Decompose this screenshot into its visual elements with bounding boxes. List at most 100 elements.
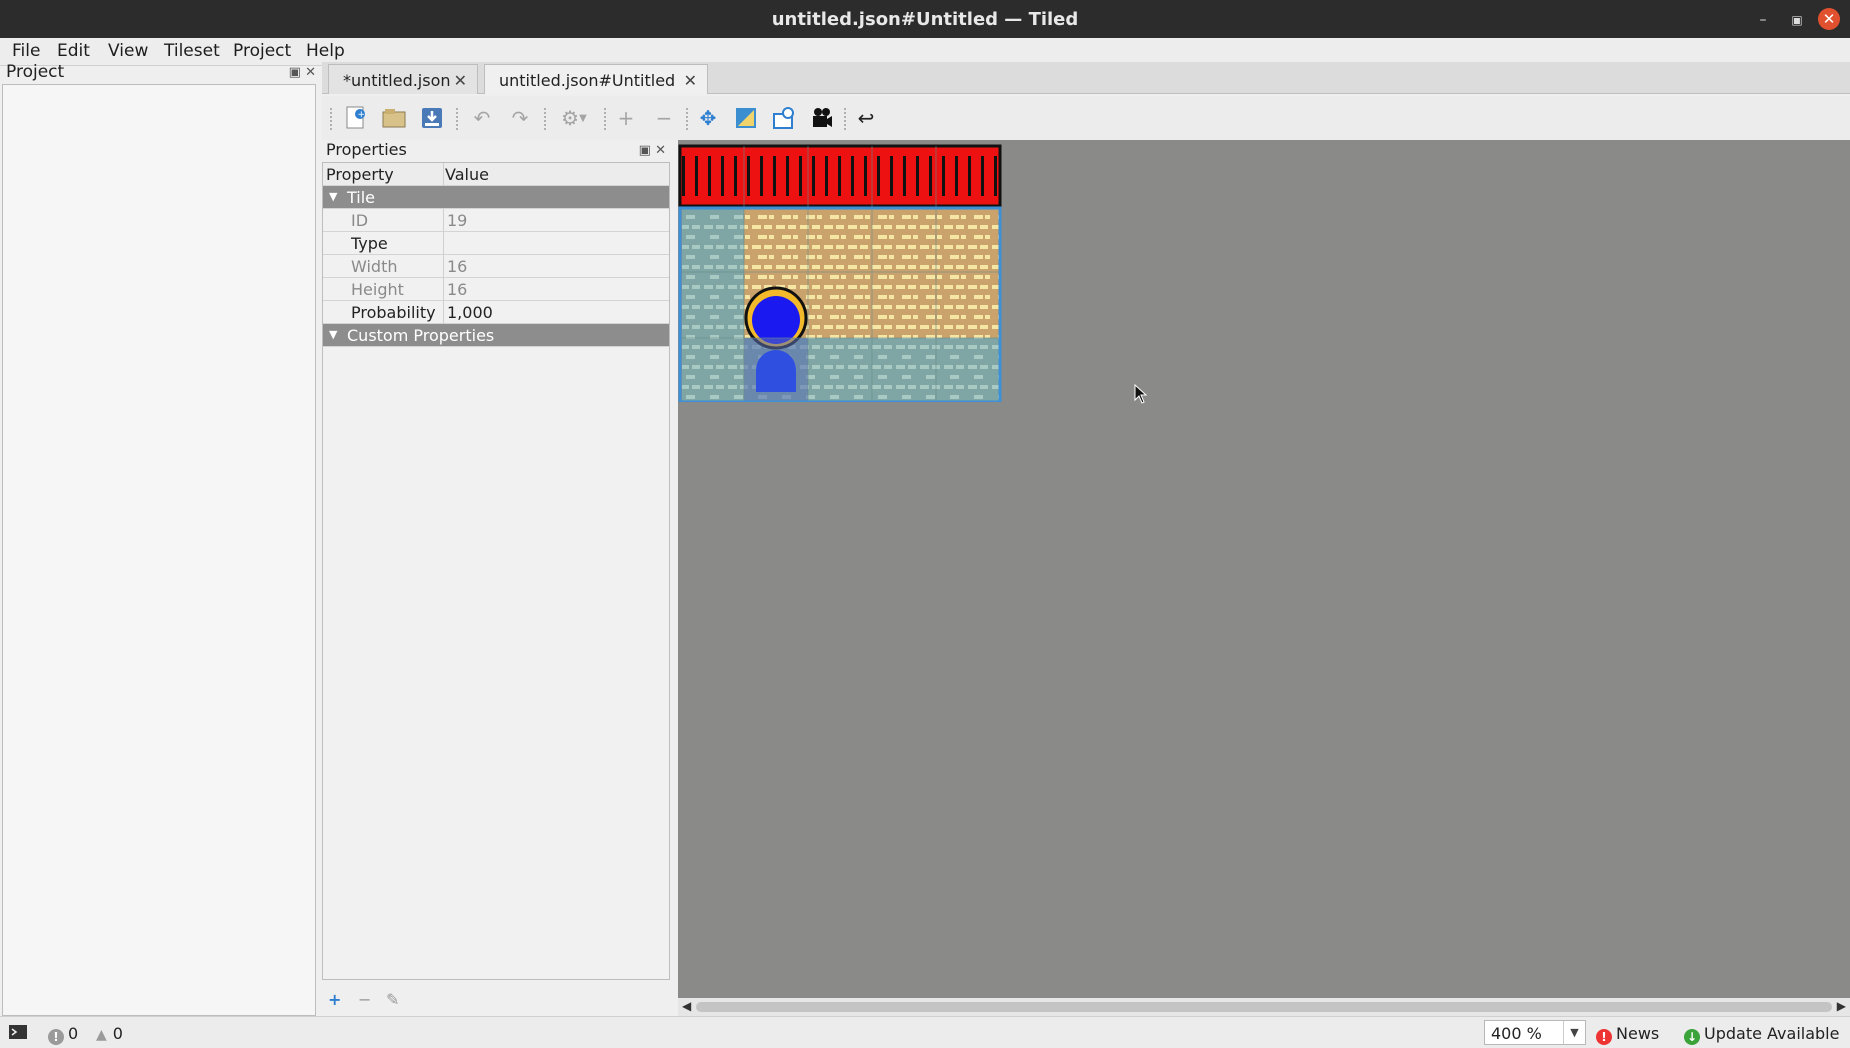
project-tree[interactable] — [2, 84, 316, 1016]
property-name: Width — [351, 257, 398, 276]
warning-count[interactable]: ▲ 0 — [96, 1024, 123, 1043]
menu-edit[interactable]: Edit — [57, 41, 90, 61]
property-value: 16 — [447, 257, 468, 276]
column-divider — [443, 278, 444, 301]
tileset-view[interactable] — [678, 140, 1850, 1000]
properties-dock: Properties ▣ ✕ Property Value ▼ Tile ID … — [322, 140, 670, 1030]
add-property-icon[interactable]: + — [328, 990, 341, 1009]
properties-dock-buttons: ▣ ✕ — [639, 143, 666, 158]
property-row-id: ID 19 — [323, 209, 669, 232]
horizontal-scrollbar[interactable]: ◀ ▶ — [678, 998, 1850, 1016]
property-row-height: Height 16 — [323, 278, 669, 301]
error-count[interactable]: ! 0 — [48, 1024, 78, 1045]
tileset-toolbar: + ↶ ↷ ⚙ ▼ + − ✥ ↩ — [322, 96, 1850, 140]
toolbar-separator — [330, 108, 332, 130]
warning-count-value: 0 — [112, 1024, 123, 1043]
property-name: ID — [351, 211, 369, 230]
scrollbar-thumb[interactable] — [696, 1002, 1832, 1012]
minimize-icon[interactable]: – — [1752, 9, 1774, 31]
property-name: Probability — [351, 303, 436, 322]
edit-terrain-icon[interactable] — [732, 104, 760, 132]
chevron-down-icon[interactable]: ▼ — [1563, 1021, 1585, 1044]
title-bar: untitled.json#Untitled — Tiled – ▣ ✕ — [0, 0, 1850, 38]
console-icon[interactable] — [8, 1023, 28, 1045]
dock-close-icon[interactable]: ✕ — [655, 143, 666, 158]
back-icon[interactable]: ↩ — [852, 104, 880, 132]
close-icon[interactable]: ✕ — [1818, 8, 1840, 30]
property-name: Height — [351, 280, 404, 299]
property-actions: + − ✎ — [328, 990, 428, 1012]
mouse-cursor-icon — [1134, 384, 1148, 404]
group-custom-properties[interactable]: ▼ Custom Properties — [323, 324, 669, 347]
properties-dock-title: Properties — [326, 140, 407, 159]
edit-collision-icon[interactable] — [770, 104, 798, 132]
remove-icon[interactable]: − — [650, 104, 678, 132]
tileset-image[interactable] — [678, 142, 1002, 402]
menu-file[interactable]: File — [12, 41, 40, 61]
animation-editor-icon[interactable] — [808, 104, 836, 132]
project-dock-buttons: ▣ ✕ — [289, 65, 316, 80]
group-tile[interactable]: ▼ Tile — [323, 186, 669, 209]
scroll-left-icon[interactable]: ◀ — [682, 999, 691, 1013]
menu-project[interactable]: Project — [233, 41, 291, 61]
news-button[interactable]: ! News — [1596, 1024, 1659, 1045]
rename-property-icon[interactable]: ✎ — [386, 990, 399, 1009]
scroll-right-icon[interactable]: ▶ — [1837, 999, 1846, 1013]
tab-close-icon[interactable]: ✕ — [684, 71, 697, 90]
undo-icon[interactable]: ↶ — [468, 104, 496, 132]
tab-untitled-tileset[interactable]: untitled.json#Untitled ✕ — [484, 64, 708, 94]
error-count-value: 0 — [68, 1024, 79, 1043]
tab-close-icon[interactable]: ✕ — [454, 71, 467, 90]
svg-text:+: + — [358, 110, 366, 120]
properties-table[interactable]: Property Value ▼ Tile ID 19 Type Width 1… — [322, 162, 670, 980]
column-divider — [443, 163, 444, 186]
float-icon[interactable]: ▣ — [639, 143, 651, 158]
update-label: Update Available — [1704, 1024, 1840, 1043]
tab-label: untitled.json#Untitled — [499, 71, 676, 90]
new-tileset-icon[interactable]: + — [342, 104, 370, 132]
toolbar-separator — [456, 108, 458, 130]
tab-untitled-json[interactable]: *untitled.json ✕ — [328, 64, 478, 94]
settings-icon[interactable]: ⚙ ▼ — [554, 104, 594, 132]
move-icon[interactable]: ✥ — [694, 104, 722, 132]
toolbar-separator — [686, 108, 688, 130]
column-divider — [443, 209, 444, 232]
property-name: Type — [351, 234, 388, 253]
float-icon[interactable]: ▣ — [289, 65, 301, 80]
open-icon[interactable] — [380, 104, 408, 132]
table-header: Property Value — [323, 163, 669, 186]
save-icon[interactable] — [418, 104, 446, 132]
download-icon: ↓ — [1684, 1029, 1700, 1045]
tab-label: *untitled.json — [343, 71, 451, 90]
redo-icon[interactable]: ↷ — [506, 104, 534, 132]
property-row-type[interactable]: Type — [323, 232, 669, 255]
status-bar: ! 0 ▲ 0 400 % ▼ ! News ↓ Update Available — [0, 1016, 1850, 1048]
error-icon: ! — [48, 1029, 64, 1045]
remove-property-icon[interactable]: − — [358, 990, 371, 1009]
column-header-property: Property — [326, 165, 394, 184]
property-row-width: Width 16 — [323, 255, 669, 278]
update-available-button[interactable]: ↓ Update Available — [1684, 1024, 1839, 1045]
column-header-value: Value — [445, 165, 489, 184]
add-icon[interactable]: + — [612, 104, 640, 132]
expand-arrow-icon[interactable]: ▼ — [329, 328, 337, 341]
menu-help[interactable]: Help — [306, 41, 345, 61]
property-value[interactable] — [447, 234, 671, 257]
group-label: Custom Properties — [347, 326, 495, 345]
window-title: untitled.json#Untitled — Tiled — [771, 9, 1079, 30]
column-divider — [443, 301, 444, 324]
property-row-probability[interactable]: Probability 1,000 — [323, 301, 669, 324]
property-value[interactable]: 1,000 — [447, 303, 671, 326]
menu-view[interactable]: View — [108, 41, 148, 61]
column-divider — [443, 232, 444, 255]
expand-arrow-icon[interactable]: ▼ — [329, 190, 337, 203]
dock-close-icon[interactable]: ✕ — [305, 65, 316, 80]
menu-tileset[interactable]: Tileset — [164, 41, 220, 61]
project-dock-title: Project — [6, 62, 65, 82]
column-divider — [443, 255, 444, 278]
maximize-icon[interactable]: ▣ — [1786, 9, 1808, 31]
zoom-value: 400 % — [1491, 1024, 1542, 1043]
news-label: News — [1616, 1024, 1660, 1043]
toolbar-separator — [604, 108, 606, 130]
zoom-combobox[interactable]: 400 % ▼ — [1484, 1020, 1586, 1045]
